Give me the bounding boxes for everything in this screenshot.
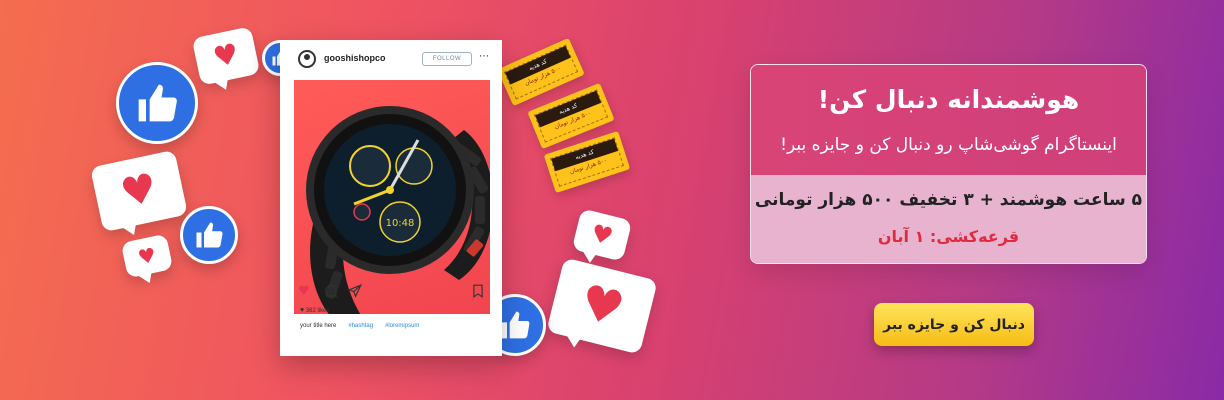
heart-bubble: ♥: [120, 233, 174, 279]
heart-icon: ♥: [588, 218, 616, 252]
share-icon[interactable]: [347, 284, 362, 303]
promo-subtitle: اینستاگرام گوشی‌شاپ رو دنبال کن و جایزه …: [780, 135, 1117, 155]
post-caption: your title here #hashtag #loremipsum: [300, 323, 419, 329]
post-username[interactable]: gooshishopco: [324, 53, 386, 63]
thumbs-up-icon: [180, 206, 238, 264]
follow-and-win-button[interactable]: دنبال کن و جایزه ببر: [874, 303, 1034, 346]
heart-icon: ♥: [210, 36, 242, 75]
instagram-post: gooshishopco FOLLOW ⋯ 10:48 ♥ ♥ 362 like…: [280, 40, 502, 356]
caption-text: your title here: [300, 323, 337, 329]
heart-bubble: ♥: [546, 257, 658, 355]
thumbs-up-icon: [116, 62, 198, 144]
prize-details: ۵ ساعت هوشمند + ۳ تخفیف ۵۰۰ هزار تومانی …: [751, 175, 1146, 263]
promo-info-box: هوشمندانه دنبال کن! اینستاگرام گوشی‌شاپ …: [750, 64, 1147, 264]
follow-button[interactable]: FOLLOW: [422, 52, 472, 66]
hashtag-link[interactable]: #hashtag: [348, 323, 373, 329]
avatar-icon: [298, 50, 316, 68]
heart-icon: ♥: [135, 242, 159, 270]
draw-date: قرعه‌کشی: ۱ آبان: [877, 227, 1020, 246]
promo-header: هوشمندانه دنبال کن! اینستاگرام گوشی‌شاپ …: [751, 65, 1146, 175]
likes-count: ♥ 362 likes: [300, 307, 330, 314]
heart-bubble: ♥: [90, 149, 188, 233]
likes-text: 362 likes: [305, 308, 330, 314]
svg-text:10:48: 10:48: [386, 218, 415, 229]
comment-icon[interactable]: [324, 284, 338, 303]
heart-icon: ♥: [116, 164, 162, 218]
heart-icon: ♥: [300, 307, 305, 314]
more-options-icon[interactable]: ⋯: [479, 51, 489, 62]
heart-bubble: ♥: [191, 26, 261, 86]
promo-banner: ♥ ♥ ♥ ♥ ♥ کد هدیه ۵۰۰ هزار تومان کد هدیه…: [0, 0, 1224, 400]
promo-title: هوشمندانه دنبال کن!: [817, 85, 1080, 114]
heart-bubble: ♥: [571, 208, 633, 262]
hashtag-link[interactable]: #loremipsum: [385, 323, 419, 329]
post-actions: ♥: [298, 284, 484, 300]
heart-icon: ♥: [574, 273, 630, 339]
bookmark-icon[interactable]: [472, 284, 484, 303]
prize-offer: ۵ ساعت هوشمند + ۳ تخفیف ۵۰۰ هزار تومانی: [754, 190, 1143, 210]
smartwatch-image: 10:48: [294, 80, 490, 314]
post-header: gooshishopco FOLLOW ⋯: [280, 40, 502, 78]
heart-icon[interactable]: ♥: [298, 284, 310, 300]
